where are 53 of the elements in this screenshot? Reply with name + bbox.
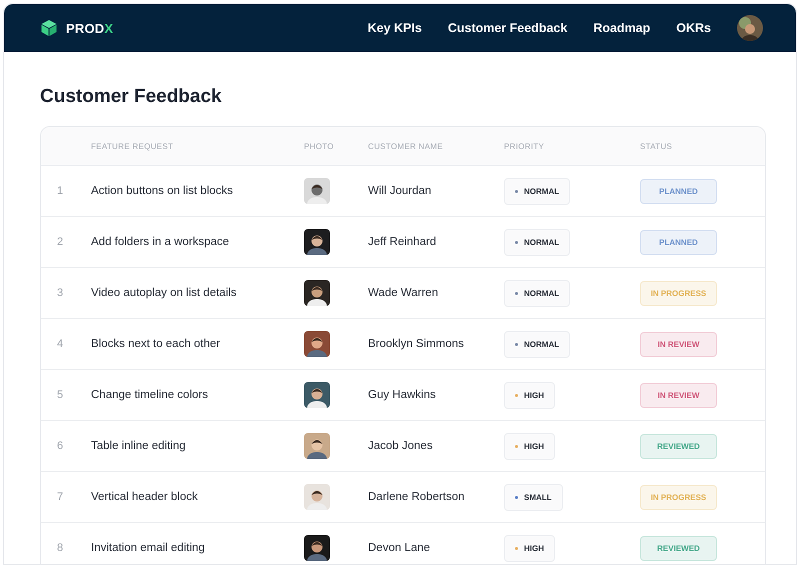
status-tag: REVIEWED [640, 434, 717, 458]
priority-tag: HIGH [504, 432, 555, 460]
priority-tag: NORMAL [504, 178, 570, 204]
status-tag: PLANNED [640, 230, 717, 254]
priority-tag: NORMAL [504, 228, 570, 256]
customer-name: Devon Lane [368, 542, 432, 554]
customer-name: Wade Warren [368, 287, 440, 299]
nav-link[interactable]: Key KPIs [368, 21, 422, 35]
row-number: 3 [56, 287, 64, 299]
row-number: 4 [56, 338, 64, 350]
row-number: 5 [56, 389, 64, 401]
priority-tag: NORMAL [504, 330, 570, 358]
customer-name: Darlene Robertson [368, 491, 466, 503]
priority-tag: SMALL [504, 484, 563, 510]
priority-tag: NORMAL [504, 280, 570, 306]
cube-icon [40, 19, 58, 37]
logo-text: PRODX [66, 20, 114, 36]
status-tag: REVIEWED [640, 536, 717, 560]
column-header: PRIORITY [504, 142, 546, 150]
row-number: 6 [56, 440, 64, 452]
feature-cell-text: Invitation email editing [91, 542, 206, 554]
feature-cell-text: Vertical header block [91, 491, 199, 503]
page-title: Customer Feedback [40, 86, 223, 108]
nav-link[interactable]: OKRs [676, 21, 711, 35]
status-tag: PLANNED [640, 178, 717, 204]
nav-link[interactable]: Customer Feedback [448, 21, 568, 35]
nav-link[interactable]: Roadmap [593, 21, 650, 35]
avatar[interactable] [737, 15, 763, 41]
feature-cell-text: Blocks next to each other [91, 338, 222, 350]
priority-tag: HIGH [504, 534, 555, 562]
customer-name: Will Jourdan [368, 185, 432, 197]
feature-cell-text: Change timeline colors [91, 389, 209, 401]
feature-cell-text: Video autoplay on list details [91, 287, 238, 299]
feature-cell-text: Table inline editing [91, 440, 187, 452]
row-number: 7 [56, 491, 64, 503]
column-header: FEATURE REQUEST [91, 142, 174, 150]
customer-name: Brooklyn Simmons [368, 338, 465, 350]
feature-cell-text: Add folders in a workspace [91, 236, 230, 248]
column-header: CUSTOMER NAME [368, 142, 444, 150]
priority-tag: HIGH [504, 382, 555, 408]
customer-name: Jeff Reinhard [368, 236, 438, 248]
feature-cell-text: Action buttons on list blocks [91, 185, 234, 197]
status-tag: IN REVIEW [640, 332, 717, 356]
row-number: 2 [56, 236, 64, 248]
status-tag: IN PROGRESS [640, 280, 717, 306]
column-header: STATUS [640, 142, 674, 150]
customer-name: Jacob Jones [368, 440, 434, 452]
row-number: 1 [56, 185, 64, 197]
column-header: PHOTO [304, 142, 335, 150]
status-tag: IN PROGRESS [640, 484, 717, 510]
status-tag: IN REVIEW [640, 382, 717, 408]
customer-name: Guy Hawkins [368, 389, 437, 401]
row-number: 8 [56, 542, 64, 554]
